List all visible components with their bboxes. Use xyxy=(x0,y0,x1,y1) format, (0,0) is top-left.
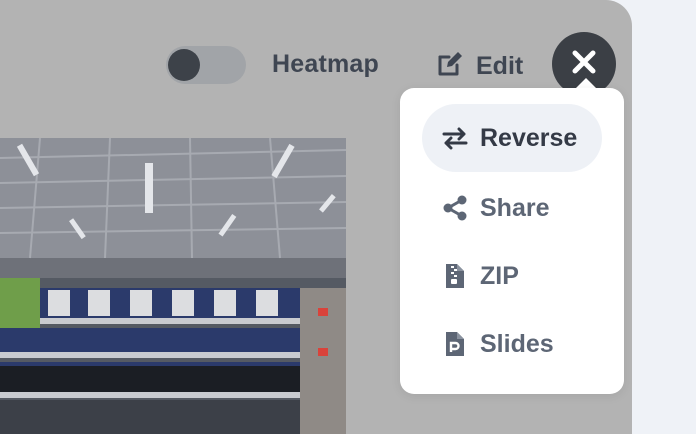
heatmap-toggle[interactable] xyxy=(166,46,246,84)
edit-label: Edit xyxy=(476,51,524,80)
store-shelf-photo xyxy=(0,138,346,434)
edit-button[interactable]: Edit xyxy=(436,46,523,86)
slides-file-icon xyxy=(440,329,470,359)
action-menu: Reverse Share ZIP Slides xyxy=(400,88,624,394)
menu-item-label: ZIP xyxy=(480,261,519,290)
menu-item-zip[interactable]: ZIP xyxy=(422,242,602,310)
edit-icon xyxy=(436,50,464,83)
menu-item-share[interactable]: Share xyxy=(422,174,602,242)
menu-item-label: Reverse xyxy=(480,123,578,152)
zip-file-icon xyxy=(440,261,470,291)
menu-item-reverse[interactable]: Reverse xyxy=(422,104,602,172)
menu-item-label: Slides xyxy=(480,329,554,358)
menu-item-slides[interactable]: Slides xyxy=(422,310,602,378)
heatmap-label: Heatmap xyxy=(272,50,379,78)
close-icon xyxy=(571,49,597,80)
swap-arrows-icon xyxy=(440,123,470,153)
share-icon xyxy=(440,193,470,223)
menu-item-label: Share xyxy=(480,193,550,222)
toggle-knob xyxy=(168,49,200,81)
